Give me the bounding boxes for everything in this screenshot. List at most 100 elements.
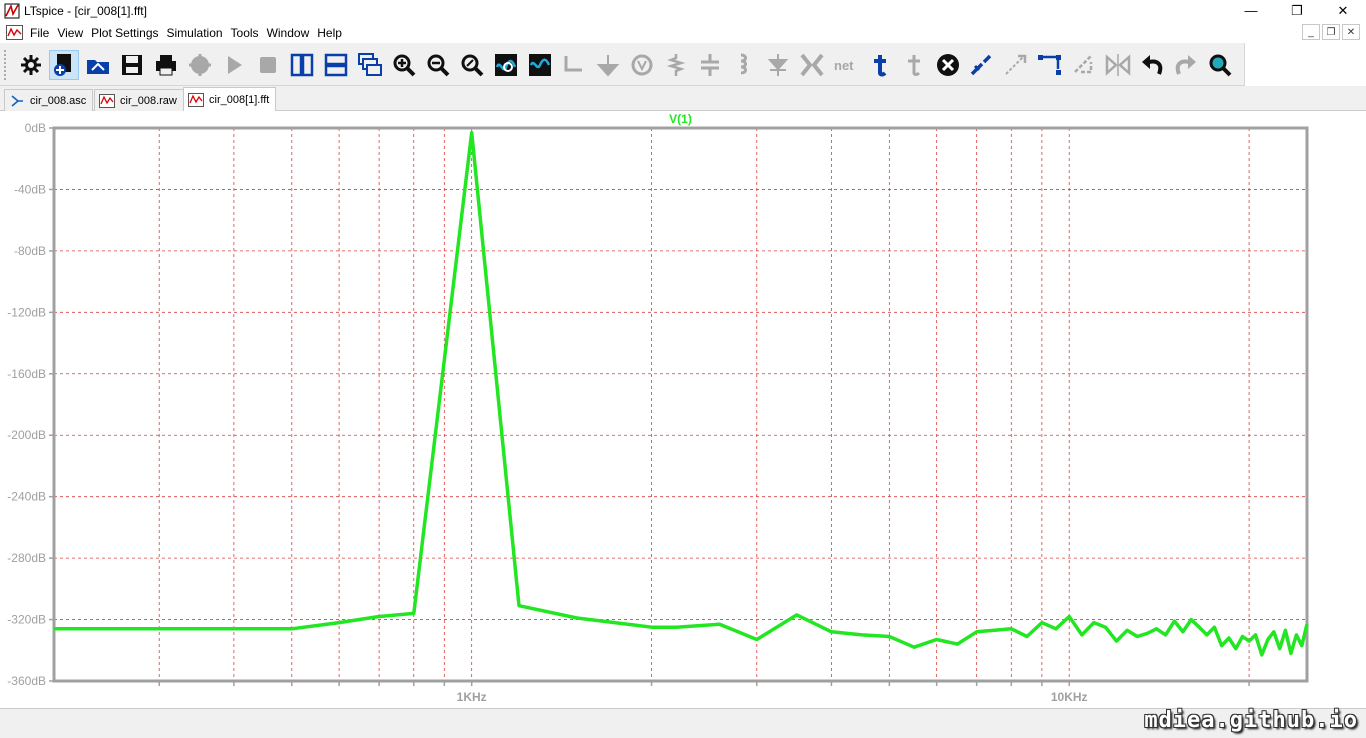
text-button[interactable] [865,50,895,80]
schematic-icon [11,94,23,107]
menu-tools[interactable]: Tools [231,26,267,40]
zoom-fit-icon [461,54,484,77]
x-tick-label: 1KHz [457,690,487,704]
capacitor-icon [701,54,719,76]
fft-chart[interactable]: 0dB -40dB -80dB -120dB -160dB -200dB -240dB -28… [0,111,1366,708]
waveform-button[interactable] [525,50,555,80]
save-button[interactable] [117,50,147,80]
mdi-controls: _ ❐ ✕ [1302,24,1360,40]
stop-button[interactable] [253,50,283,80]
tab-label: cir_008.raw [120,94,177,107]
resistor-icon [666,54,686,76]
open-icon [87,60,109,74]
halt-icon [189,54,211,76]
tab-cir-008-fft[interactable]: cir_008[1].fft [183,87,277,111]
component-button[interactable] [797,50,827,80]
mirror-icon [1105,54,1131,76]
resistor-button[interactable] [661,50,691,80]
trace-label: V(1) [669,112,692,126]
zoom-in-button[interactable] [389,50,419,80]
ground-icon [596,55,620,77]
zoom-out-icon [427,54,450,77]
menu-window[interactable]: Window [267,26,318,40]
wire-icon [564,56,582,72]
label-button[interactable] [627,50,657,80]
rotate-button[interactable] [1069,50,1099,80]
drag-button[interactable] [1035,50,1065,80]
svg-text:net: net [834,58,854,73]
tile-vertical-icon [290,53,314,77]
ltspice-logo-icon [4,3,20,19]
zoom-out-button[interactable] [423,50,453,80]
y-tick-label: -320dB [7,613,46,627]
move-button[interactable] [1001,50,1031,80]
open-button[interactable] [83,50,113,80]
delete-button[interactable] [933,50,963,80]
halt-button[interactable] [185,50,215,80]
capacitor-button[interactable] [695,50,725,80]
mdi-close-button[interactable]: ✕ [1342,24,1360,40]
y-tick-label: -240dB [7,490,46,504]
cascade-button[interactable] [355,50,385,80]
menu-file[interactable]: File [30,26,57,40]
waveform-icon [529,54,551,76]
wire-button[interactable] [559,50,589,80]
menu-help[interactable]: Help [317,26,350,40]
ground-button[interactable] [593,50,623,80]
watermark: mdiea.github.io [1144,708,1358,733]
waveform-doc-icon [6,25,23,40]
plot-pane[interactable]: 0dB -40dB -80dB -120dB -160dB -200dB -240dB -28… [0,111,1366,708]
menu-plot-settings[interactable]: Plot Settings [91,26,166,40]
restore-button[interactable]: ❐ [1274,0,1320,22]
stop-icon [260,57,276,73]
trace-v1[interactable] [54,130,1309,657]
undo-icon [1142,55,1163,75]
net-button[interactable]: net [831,50,861,80]
mirror-button[interactable] [1103,50,1133,80]
autorange-button[interactable] [491,50,521,80]
find-icon [1209,54,1232,77]
waveform-doc-icon [99,93,115,108]
tile-horizontal-icon [324,53,348,77]
toolbar-grip[interactable] [4,50,8,80]
new-schematic-button[interactable] [49,50,79,80]
cascade-icon [358,53,382,76]
menu-view[interactable]: View [57,26,91,40]
settings-button[interactable] [16,50,46,80]
mdi-minimize-button[interactable]: _ [1302,24,1320,40]
diode-button[interactable] [763,50,793,80]
net-icon: net [834,58,854,73]
tile-vertical-button[interactable] [287,50,317,80]
zoom-in-icon [393,54,416,77]
spice-directive-icon [908,55,921,76]
zoom-fit-button[interactable] [457,50,487,80]
tile-horizontal-button[interactable] [321,50,351,80]
find-button[interactable] [1205,50,1235,80]
print-icon [156,55,176,76]
print-button[interactable] [151,50,181,80]
mdi-restore-button[interactable]: ❐ [1322,24,1340,40]
close-button[interactable]: ✕ [1320,0,1366,22]
title-bar: LTspice - [cir_008[1].fft] — ❐ ✕ [0,0,1366,22]
y-tick-label: 0dB [25,121,46,135]
minimize-button[interactable]: — [1228,0,1274,22]
delete-icon [937,54,959,76]
undo-button[interactable] [1137,50,1167,80]
run-button[interactable] [219,50,249,80]
y-tick-label: -280dB [7,551,46,565]
y-tick-label: -200dB [7,428,46,442]
menu-simulation[interactable]: Simulation [167,26,231,40]
redo-button[interactable] [1171,50,1201,80]
spice-directive-button[interactable] [899,50,929,80]
duplicate-icon [970,54,992,76]
duplicate-button[interactable] [967,50,997,80]
redo-icon [1175,55,1196,75]
inductor-button[interactable] [729,50,759,80]
y-tick-label: -40dB [14,182,46,196]
tab-label: cir_008.asc [30,94,87,107]
move-icon [1005,54,1027,75]
component-icon [800,53,824,77]
settings-icon [21,55,41,75]
tab-cir-008-asc[interactable]: cir_008.asc [4,89,94,111]
tab-cir-008-raw[interactable]: cir_008.raw [94,89,184,111]
